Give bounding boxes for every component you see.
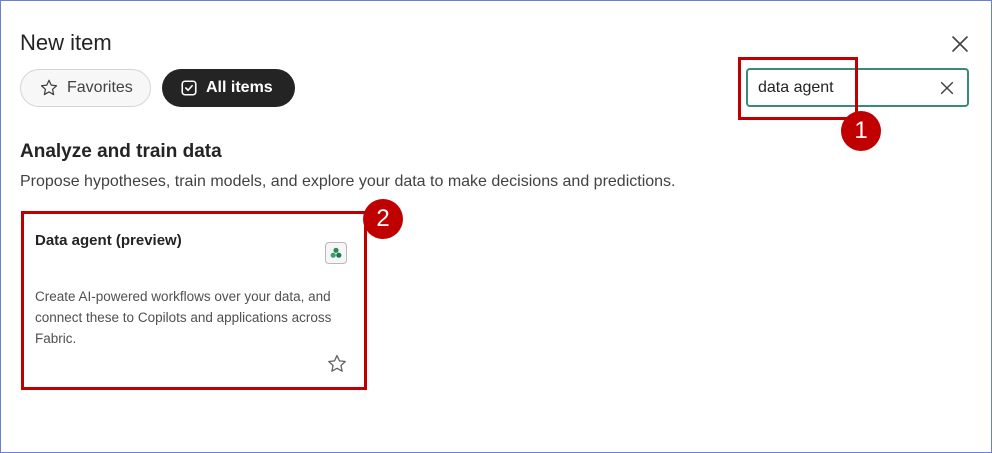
clear-search-icon[interactable] <box>938 79 956 97</box>
dialog-title: New item <box>20 30 112 55</box>
highlight-box-search <box>738 57 858 120</box>
star-icon <box>40 79 58 96</box>
favorites-filter-button[interactable]: Favorites <box>20 69 151 107</box>
section-title: Analyze and train data <box>20 141 222 162</box>
annotation-badge-2: 2 <box>363 199 403 239</box>
all-items-filter-button[interactable]: All items <box>162 69 295 107</box>
close-icon[interactable] <box>948 32 972 56</box>
all-items-label: All items <box>206 79 273 96</box>
favorites-label: Favorites <box>67 79 133 96</box>
highlight-box-card <box>21 211 367 390</box>
section-description: Propose hypotheses, train models, and ex… <box>20 173 676 190</box>
annotation-badge-1: 1 <box>841 111 881 151</box>
checkbox-icon <box>181 80 197 96</box>
